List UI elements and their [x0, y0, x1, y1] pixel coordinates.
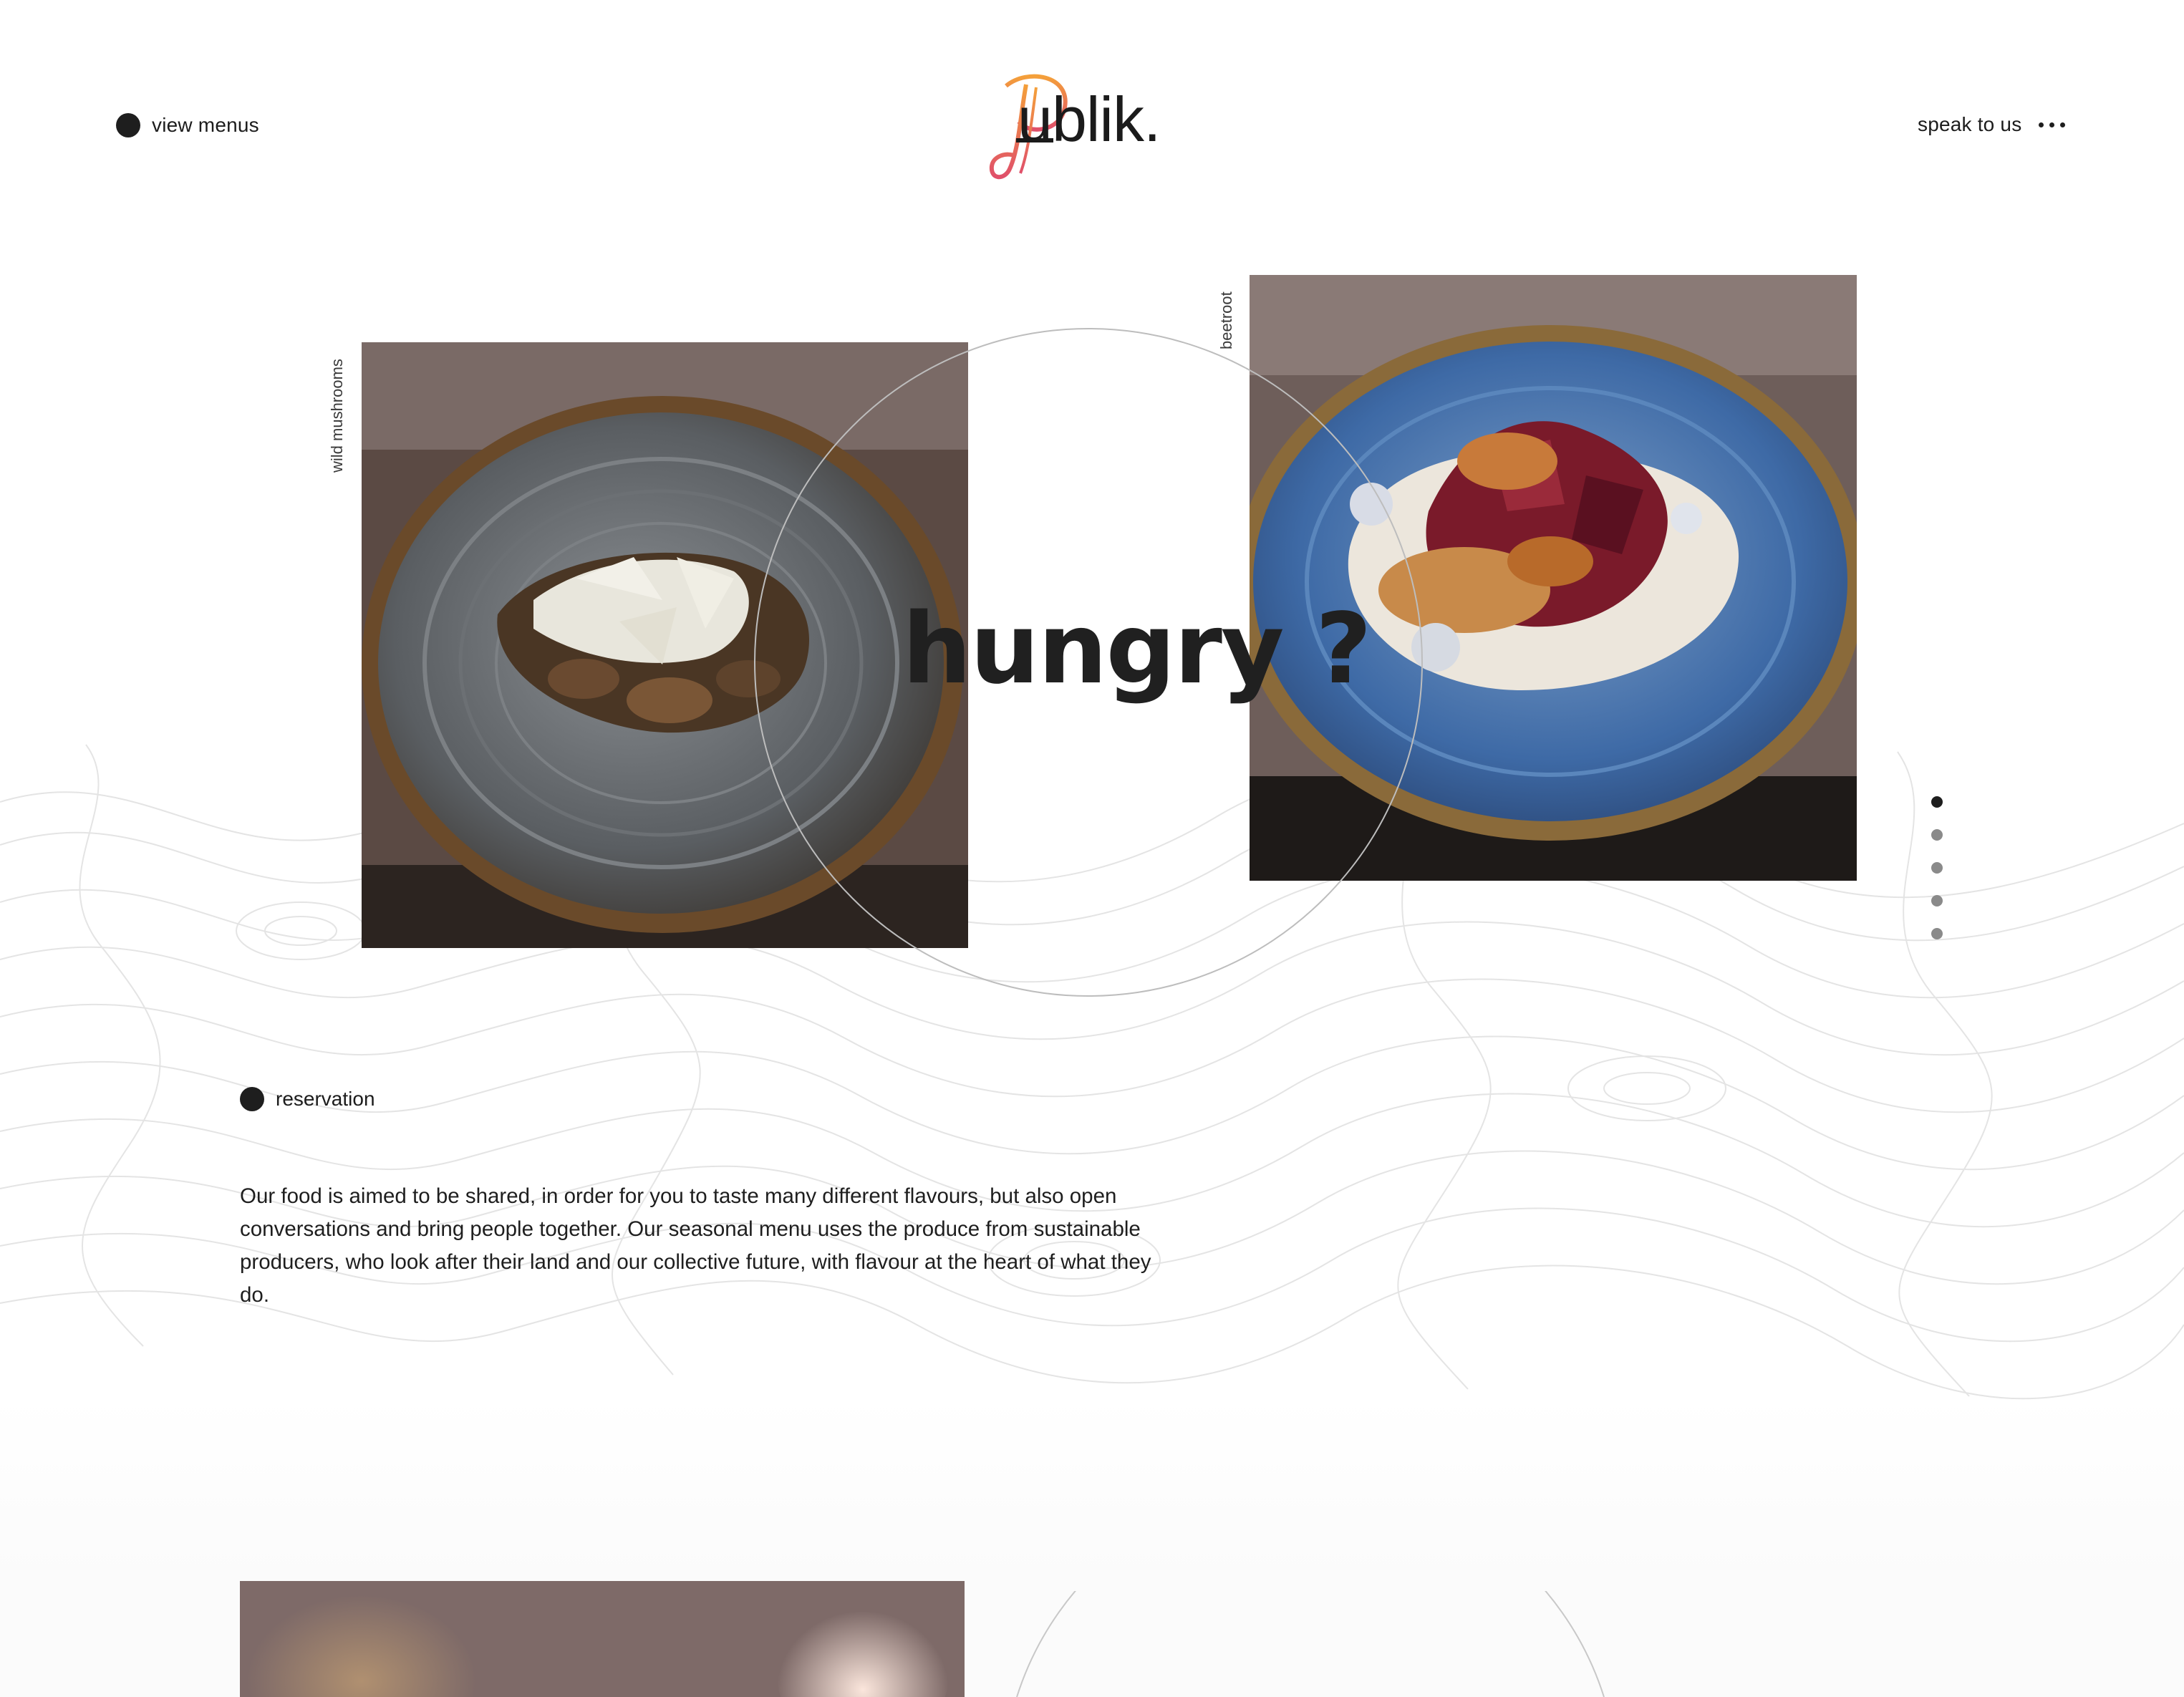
speak-to-us-button[interactable]: speak to us — [1918, 113, 2066, 136]
blurred-interior-image — [240, 1581, 965, 1697]
reservation-label: reservation — [276, 1088, 375, 1110]
wild-mushrooms-photo[interactable] — [362, 342, 968, 948]
bullet-icon — [240, 1087, 264, 1111]
mushroom-dish-image — [362, 342, 968, 948]
hero-title: hungry ? — [902, 593, 1372, 706]
bullet-icon — [116, 113, 140, 137]
restaurant-photo — [240, 1581, 965, 1697]
more-dots-icon — [2039, 122, 2066, 127]
reservation-button[interactable]: reservation — [240, 1087, 375, 1111]
pager-dot-2[interactable] — [1931, 829, 1943, 841]
pager-dot-5[interactable] — [1931, 928, 1943, 939]
intro-paragraph: Our food is aimed to be shared, in order… — [240, 1184, 1151, 1307]
pager-dot-1[interactable] — [1931, 796, 1943, 808]
speak-to-us-label: speak to us — [1918, 113, 2022, 135]
beetroot-photo[interactable] — [1250, 275, 1857, 881]
view-menus-label: view menus — [152, 114, 259, 136]
pager-dot-4[interactable] — [1931, 895, 1943, 906]
logo-text: ublik. — [1018, 84, 1161, 155]
publik-logo[interactable]: ublik. — [985, 72, 1199, 186]
slide-pager — [1931, 796, 1943, 939]
view-menus-button[interactable]: view menus — [116, 113, 259, 137]
beetroot-dish-image — [1250, 275, 1857, 881]
pager-dot-3[interactable] — [1931, 862, 1943, 874]
dish-label-beetroot: beetroot — [1217, 291, 1235, 349]
dish-label-wild-mushrooms: wild mushrooms — [328, 359, 346, 473]
